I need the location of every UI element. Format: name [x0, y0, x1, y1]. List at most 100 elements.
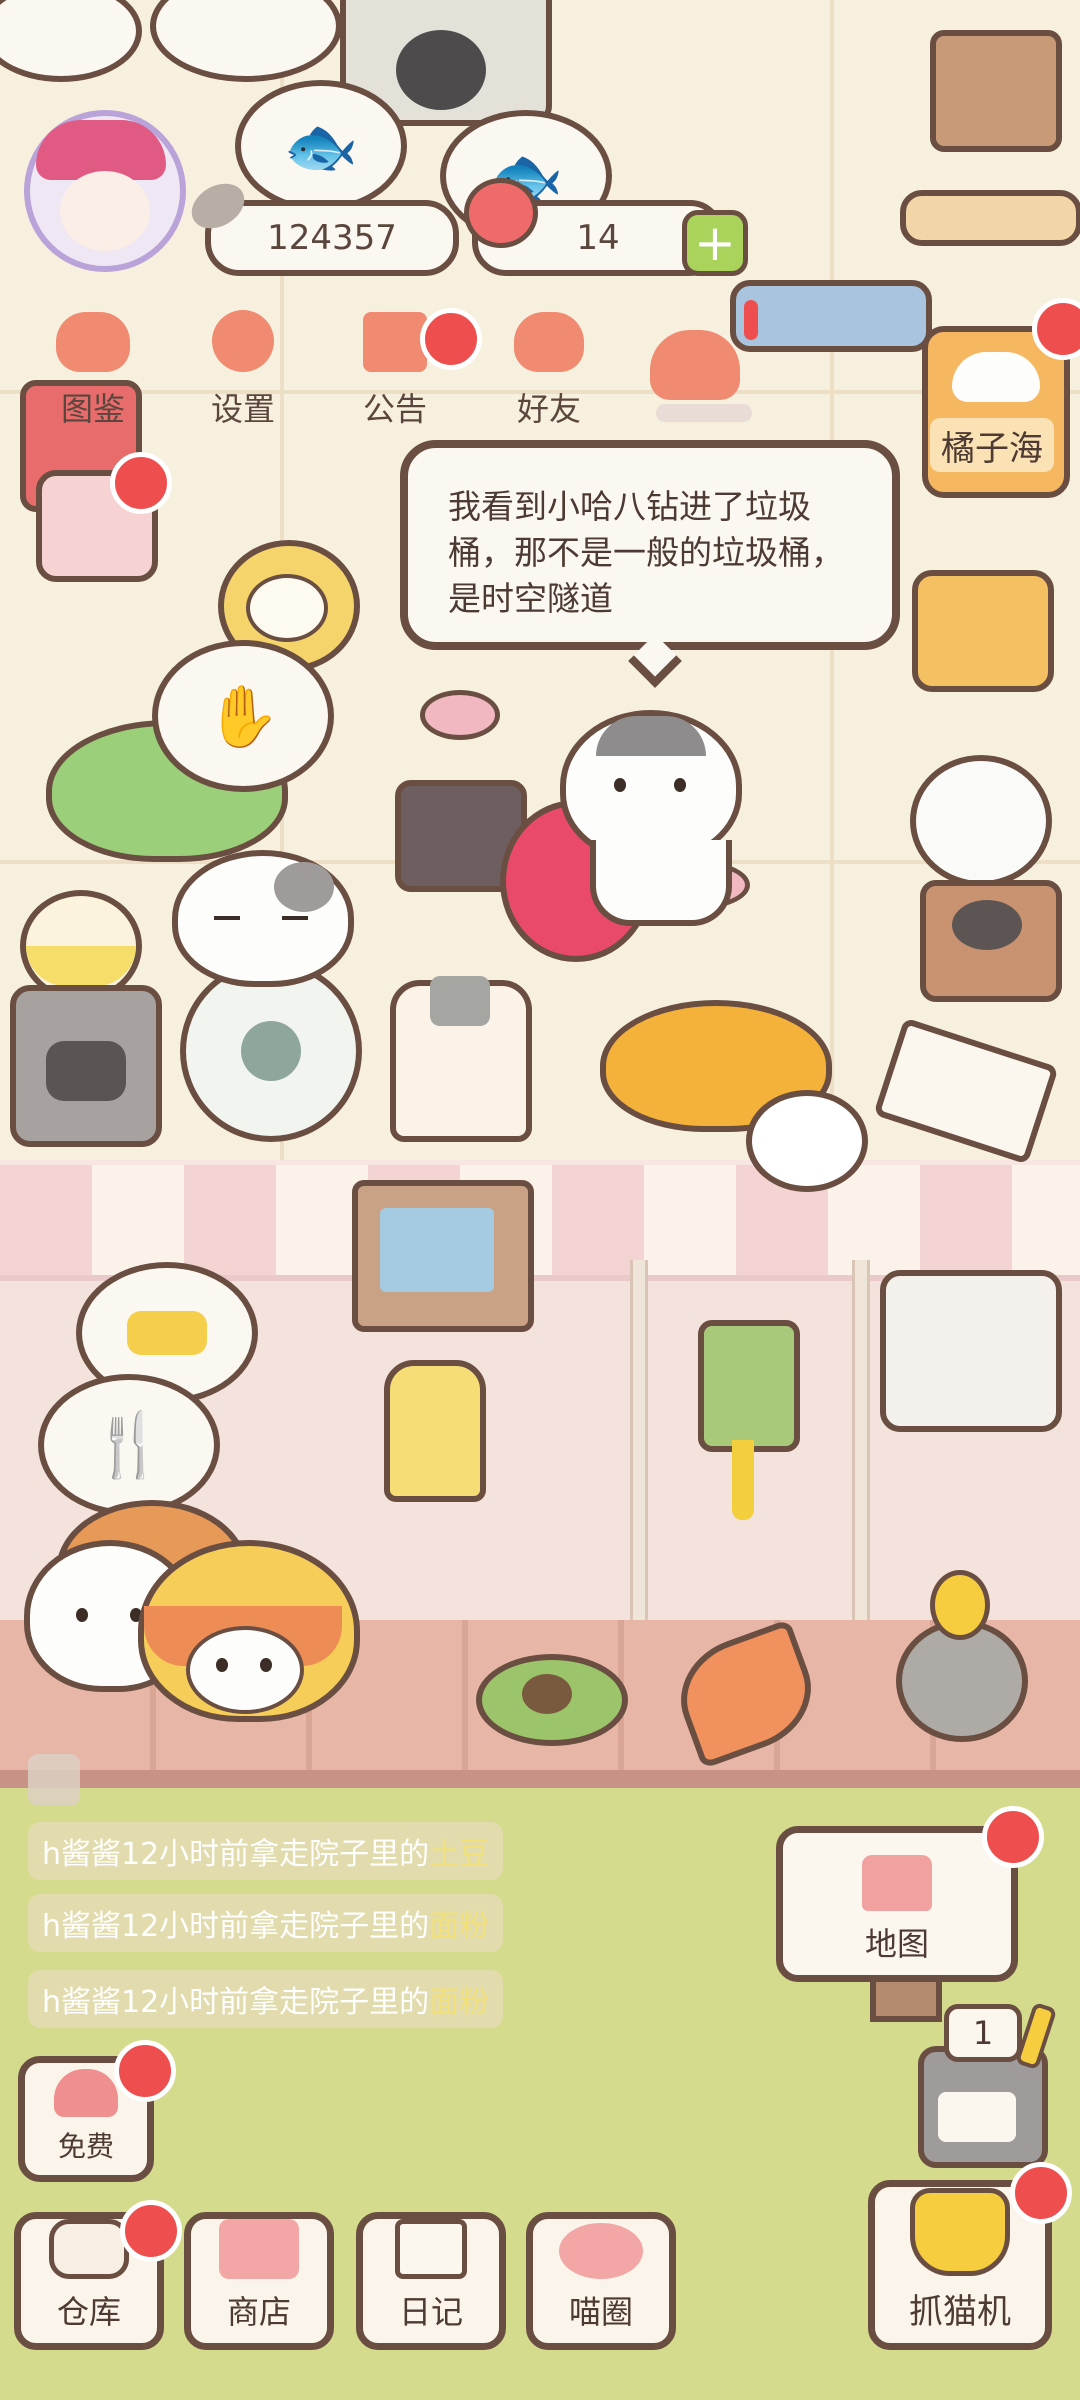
- progress-bar: [656, 404, 752, 422]
- tabby-cat-body: [590, 840, 732, 926]
- lantern-icon: [384, 1360, 486, 1502]
- notice-item: 面粉: [429, 1909, 490, 1944]
- heart-gift-icon[interactable]: [650, 330, 740, 400]
- hand-icon: ✋: [205, 681, 281, 752]
- clock-face: [246, 574, 328, 642]
- notice-text: h酱酱12小时前拿走院子里的: [42, 1837, 430, 1872]
- menu-label: 设置: [210, 390, 275, 428]
- nav-cat-circle[interactable]: 喵圈: [526, 2212, 676, 2350]
- porch-edge: [0, 1770, 1080, 1788]
- chat-toggle-icon[interactable]: [28, 1754, 80, 1806]
- mango-hat-cat[interactable]: [138, 1540, 360, 1722]
- map-label: 地图: [864, 1925, 929, 1963]
- nav-label: 喵圈: [568, 2293, 633, 2331]
- hand-thought-bubble[interactable]: ✋: [152, 640, 334, 792]
- nav-label: 仓库: [56, 2293, 121, 2331]
- cat-face-icon: [56, 312, 130, 372]
- charm-tassel: [732, 1440, 754, 1520]
- rolling-pin: [900, 190, 1080, 246]
- menu-label: 好友: [516, 390, 581, 428]
- map-button[interactable]: 地图: [776, 1826, 1018, 1982]
- avocado-icon: [476, 1654, 628, 1746]
- claw-label: 抓猫机: [909, 2292, 1011, 2332]
- cat-eye: [674, 778, 686, 792]
- friends-icon: [514, 312, 584, 372]
- activity-notice: h酱酱12小时前拿走院子里的 面粉: [28, 1970, 504, 2028]
- plus-icon: +: [694, 214, 736, 272]
- rabbit-mochi: [746, 1090, 868, 1192]
- menu-collection[interactable]: 图鉴: [28, 300, 158, 430]
- cat-eye: [260, 1658, 272, 1672]
- notice-item: 面粉: [429, 1985, 490, 2020]
- nav-shop[interactable]: 商店: [184, 2212, 334, 2350]
- bread-basket: [912, 570, 1054, 692]
- alert-icon: [744, 300, 758, 340]
- calico-cat[interactable]: [172, 850, 354, 987]
- announcement-badge: [420, 308, 482, 370]
- gramophone-box: [920, 880, 1062, 1002]
- hanging-decor: [880, 1270, 1062, 1432]
- activity-notice: h酱酱12小时前拿走院子里的 土豆: [28, 1822, 504, 1880]
- gift-icon: [363, 312, 427, 372]
- menu-friends[interactable]: 好友: [484, 300, 614, 430]
- blue-cushion: [730, 280, 932, 352]
- slot-count: 1: [944, 2004, 1022, 2062]
- stove: [10, 985, 162, 1147]
- fish-value: 14: [576, 218, 620, 258]
- menu-label: 公告: [362, 390, 427, 428]
- free-badge: [114, 2040, 176, 2102]
- claw-icon: [910, 2188, 1010, 2276]
- menu-label: 图鉴: [60, 390, 125, 428]
- fish-icon: 🐟: [283, 111, 359, 182]
- cat-face: [186, 1626, 304, 1714]
- avatar-face: [60, 171, 150, 251]
- diary-icon: [395, 2219, 467, 2279]
- cutlery-thought-bubble[interactable]: 🍴: [38, 1374, 220, 1516]
- fan-icon: [180, 960, 362, 1142]
- cat-name-tag: 橘子海: [930, 418, 1054, 472]
- calico-patch: [274, 862, 334, 912]
- slot-reels: [938, 2092, 1016, 2142]
- free-label: 免费: [57, 2130, 114, 2163]
- omamori-charm: [698, 1320, 800, 1452]
- penguin-head-icon: [396, 30, 486, 110]
- shop-icon: [219, 2219, 299, 2279]
- planet-cat-icon: [559, 2223, 643, 2279]
- nav-label: 商店: [226, 2293, 291, 2331]
- painting-canvas: [380, 1208, 494, 1292]
- record-icon: [952, 900, 1022, 950]
- gear-icon: [212, 310, 274, 372]
- avocado-pit: [522, 1674, 572, 1714]
- cat-eye: [76, 1608, 88, 1622]
- menu-settings[interactable]: 设置: [178, 300, 308, 430]
- fan-hub: [241, 1021, 301, 1081]
- heart-fish-icon: [464, 178, 538, 248]
- storage-badge: [120, 2200, 182, 2262]
- cymbal-icon: [420, 690, 500, 740]
- cat-speech-bubble: 我看到小哈八钻进了垃圾桶，那不是一般的垃圾桶，是时空隧道: [400, 440, 900, 650]
- cat-eye: [614, 778, 626, 792]
- player-avatar[interactable]: [24, 110, 186, 272]
- coin-value: 124357: [267, 218, 397, 258]
- cat-face: [952, 352, 1040, 402]
- fish-painting: [352, 1180, 534, 1332]
- tamago-sushi-icon: [127, 1311, 207, 1355]
- kettle-tea: [26, 946, 136, 986]
- rice-cooker: [390, 976, 532, 1142]
- coin-counter: 124357: [205, 200, 459, 276]
- eraser-badge: [110, 452, 172, 514]
- activity-notice: h酱酱12小时前拿走院子里的 面粉: [28, 1894, 504, 1952]
- shop-pillar: [630, 1260, 648, 1620]
- map-badge: [982, 1806, 1044, 1868]
- fish-thought-bubble[interactable]: 🐟: [235, 80, 407, 212]
- utensil-holder: [930, 30, 1062, 152]
- cutlery-icon: 🍴: [90, 1408, 168, 1481]
- cat-closed-eye: [282, 916, 308, 920]
- shop-pillar: [852, 1260, 870, 1620]
- house-icon: [862, 1855, 932, 1911]
- nav-diary[interactable]: 日记: [356, 2212, 506, 2350]
- add-fish-button[interactable]: +: [682, 210, 748, 276]
- tulip-icon: [930, 1570, 990, 1640]
- cat-closed-eye: [214, 916, 240, 920]
- notice-text: h酱酱12小时前拿走院子里的: [42, 1909, 430, 1944]
